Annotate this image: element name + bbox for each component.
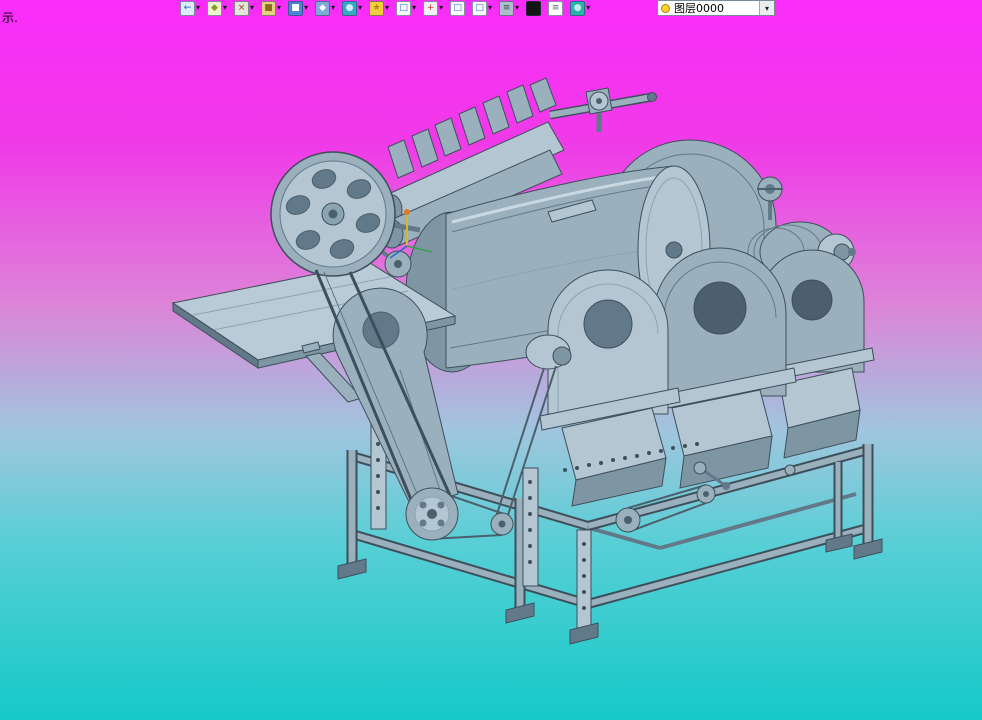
- clipboard-icon[interactable]: □: [396, 0, 412, 16]
- solid-box-icon[interactable]: ■: [261, 0, 277, 16]
- top-shaft: [549, 87, 657, 132]
- hint-text: 示.: [2, 11, 18, 25]
- keyboard-icon[interactable]: ≡: [499, 0, 515, 16]
- cube-blue-icon-group: ■ ▾: [288, 0, 308, 16]
- layer-combo-dropdown[interactable]: ▾: [759, 1, 774, 15]
- machine-model: [171, 77, 883, 645]
- target-icon-dropdown[interactable]: ▾: [439, 4, 443, 12]
- dialog-icon[interactable]: □: [450, 0, 466, 16]
- document-icon[interactable]: ≡: [548, 0, 564, 16]
- arch-front: [539, 269, 681, 507]
- teal-sphere-icon-dropdown[interactable]: ▾: [586, 4, 590, 12]
- target-icon[interactable]: +: [423, 0, 439, 16]
- sphere-icon-dropdown[interactable]: ▾: [358, 4, 362, 12]
- keyboard-icon-dropdown[interactable]: ▾: [515, 4, 519, 12]
- document-icon-group: ≡: [548, 0, 564, 16]
- lightbulb-icon: [661, 3, 670, 13]
- clipboard-icon-group: □ ▾: [396, 0, 416, 16]
- layer-combo-value: 图层0000: [674, 2, 724, 15]
- chevron-down-icon: ▾: [764, 3, 769, 13]
- solid-box-icon-dropdown[interactable]: ▾: [277, 4, 281, 12]
- mid-motor: [525, 334, 572, 370]
- cube-steel-icon-group: ◆ ▾: [315, 0, 335, 16]
- tool-axe-icon-group: × ▾: [234, 0, 254, 16]
- dialog-icon-group: □: [450, 0, 466, 16]
- clipboard-icon-dropdown[interactable]: ▾: [412, 4, 416, 12]
- keyboard-icon-group: ≡ ▾: [499, 0, 519, 16]
- tool-axe-icon[interactable]: ×: [234, 0, 250, 16]
- open-drawing-icon-dropdown[interactable]: ▾: [196, 4, 200, 12]
- black-bar-icon[interactable]: [526, 0, 542, 16]
- black-bar-icon-group: [526, 0, 542, 16]
- gear-flower-icon[interactable]: ★: [369, 0, 385, 16]
- window-icon-dropdown[interactable]: ▾: [488, 4, 492, 12]
- window-icon-group: □ ▾: [472, 0, 492, 16]
- gear-flower-icon-dropdown[interactable]: ▾: [385, 4, 389, 12]
- viewport-3d[interactable]: [0, 0, 982, 720]
- render-mode-icon[interactable]: ◆: [207, 0, 223, 16]
- tool-axe-icon-dropdown[interactable]: ▾: [250, 4, 254, 12]
- sphere-icon[interactable]: ●: [342, 0, 358, 16]
- cube-steel-icon-dropdown[interactable]: ▾: [331, 4, 335, 12]
- cube-blue-icon-dropdown[interactable]: ▾: [304, 4, 308, 12]
- sphere-icon-group: ● ▾: [342, 0, 362, 16]
- open-drawing-icon-group: ← ▾: [180, 0, 200, 16]
- render-mode-icon-group: ◆ ▾: [207, 0, 227, 16]
- open-drawing-icon[interactable]: ←: [180, 0, 195, 16]
- window-icon[interactable]: □: [472, 0, 488, 16]
- teal-sphere-icon[interactable]: ●: [570, 0, 586, 16]
- application-window: 示. ← ▾ ◆ ▾ × ▾ ■ ▾ ■ ▾ ◆ ▾ ● ▾ ★ ▾ □ ▾ + ▾ □ □ ▾ ≡ ▾ ≡ ● ▾ 图层0000 ▾: [0, 0, 982, 720]
- layer-combo[interactable]: 图层0000 ▾: [657, 0, 775, 16]
- target-icon-group: + ▾: [423, 0, 443, 16]
- gear-flower-icon-group: ★ ▾: [369, 0, 389, 16]
- teal-sphere-icon-group: ● ▾: [570, 0, 590, 16]
- cube-steel-icon[interactable]: ◆: [315, 0, 331, 16]
- toolbar-icons: ← ▾ ◆ ▾ × ▾ ■ ▾ ■ ▾ ◆ ▾ ● ▾ ★ ▾ □ ▾ + ▾ □ □ ▾ ≡ ▾ ≡ ● ▾: [180, 0, 590, 16]
- render-mode-icon-dropdown[interactable]: ▾: [223, 4, 227, 12]
- solid-box-icon-group: ■ ▾: [261, 0, 281, 16]
- cube-blue-icon[interactable]: ■: [288, 0, 304, 16]
